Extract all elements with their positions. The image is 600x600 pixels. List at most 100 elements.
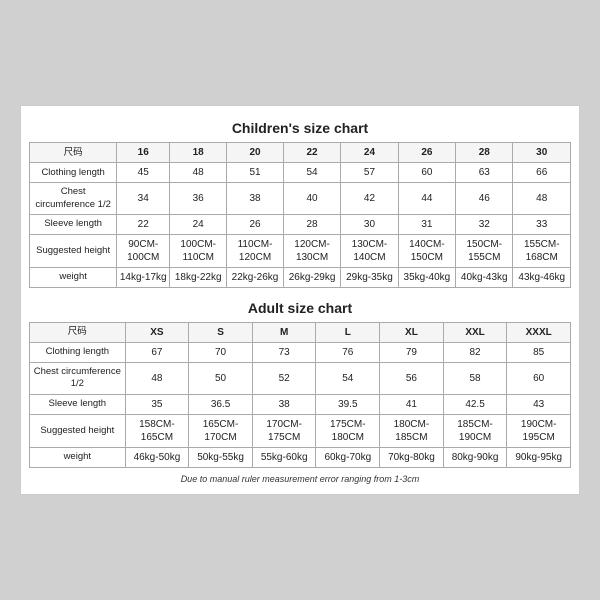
cell-value: 36.5 xyxy=(189,394,253,414)
table-row: Chest circumference 1/23436384042444648 xyxy=(30,183,571,215)
column-header: 22 xyxy=(283,143,340,163)
column-header: 20 xyxy=(227,143,284,163)
cell-value: 26 xyxy=(227,215,284,235)
cell-value: 100CM-110CM xyxy=(170,235,227,268)
column-header: S xyxy=(189,323,253,343)
chart-note: Due to manual ruler measurement error ra… xyxy=(29,474,571,484)
column-header: 26 xyxy=(398,143,455,163)
cell-value: 42.5 xyxy=(443,394,507,414)
cell-value: 185CM-190CM xyxy=(443,414,507,447)
column-header: XS xyxy=(125,323,189,343)
cell-value: 155CM-168CM xyxy=(513,235,571,268)
table-row: Suggested height90CM-100CM100CM-110CM110… xyxy=(30,235,571,268)
column-header: XXXL xyxy=(507,323,571,343)
table-row: Chest circumference 1/248505254565860 xyxy=(30,363,571,395)
table-row: Clothing length67707376798285 xyxy=(30,343,571,363)
cell-value: 55kg-60kg xyxy=(252,447,316,467)
cell-value: 29kg-35kg xyxy=(341,268,398,288)
cell-value: 79 xyxy=(380,343,444,363)
cell-value: 85 xyxy=(507,343,571,363)
cell-value: 43 xyxy=(507,394,571,414)
cell-value: 70kg-80kg xyxy=(380,447,444,467)
adult-size-table: 尺码XSSMLXLXXLXXXL Clothing length67707376… xyxy=(29,322,571,468)
cell-value: 38 xyxy=(227,183,284,215)
column-header: 16 xyxy=(117,143,170,163)
cell-value: 22 xyxy=(117,215,170,235)
cell-value: 140CM-150CM xyxy=(398,235,455,268)
column-header: L xyxy=(316,323,380,343)
row-label: Chest circumference 1/2 xyxy=(30,363,126,395)
cell-value: 31 xyxy=(398,215,455,235)
cell-value: 45 xyxy=(117,163,170,183)
column-header: 28 xyxy=(456,143,513,163)
cell-value: 80kg-90kg xyxy=(443,447,507,467)
cell-value: 42 xyxy=(341,183,398,215)
cell-value: 70 xyxy=(189,343,253,363)
table-row: Clothing length4548515457606366 xyxy=(30,163,571,183)
cell-value: 50kg-55kg xyxy=(189,447,253,467)
cell-value: 51 xyxy=(227,163,284,183)
row-label: Sleeve length xyxy=(30,394,126,414)
row-label: Clothing length xyxy=(30,163,117,183)
cell-value: 46 xyxy=(456,183,513,215)
cell-value: 82 xyxy=(443,343,507,363)
cell-value: 22kg-26kg xyxy=(227,268,284,288)
row-label: Suggested height xyxy=(30,414,126,447)
cell-value: 63 xyxy=(456,163,513,183)
cell-value: 52 xyxy=(252,363,316,395)
cell-value: 24 xyxy=(170,215,227,235)
cell-value: 40kg-43kg xyxy=(456,268,513,288)
cell-value: 60kg-70kg xyxy=(316,447,380,467)
cell-value: 32 xyxy=(456,215,513,235)
children-chart-title: Children's size chart xyxy=(29,116,571,142)
cell-value: 120CM-130CM xyxy=(283,235,340,268)
cell-value: 28 xyxy=(283,215,340,235)
cell-value: 73 xyxy=(252,343,316,363)
cell-value: 33 xyxy=(513,215,571,235)
column-header: 24 xyxy=(341,143,398,163)
cell-value: 58 xyxy=(443,363,507,395)
cell-value: 44 xyxy=(398,183,455,215)
table-row: weight14kg-17kg18kg-22kg22kg-26kg26kg-29… xyxy=(30,268,571,288)
cell-value: 54 xyxy=(316,363,380,395)
cell-value: 130CM-140CM xyxy=(341,235,398,268)
column-header: 尺码 xyxy=(30,323,126,343)
column-header: M xyxy=(252,323,316,343)
cell-value: 36 xyxy=(170,183,227,215)
column-header: 18 xyxy=(170,143,227,163)
cell-value: 150CM-155CM xyxy=(456,235,513,268)
adult-chart-title: Adult size chart xyxy=(29,296,571,322)
cell-value: 35kg-40kg xyxy=(398,268,455,288)
cell-value: 50 xyxy=(189,363,253,395)
cell-value: 48 xyxy=(170,163,227,183)
cell-value: 56 xyxy=(380,363,444,395)
table-row: weight46kg-50kg50kg-55kg55kg-60kg60kg-70… xyxy=(30,447,571,467)
row-label: Clothing length xyxy=(30,343,126,363)
cell-value: 170CM-175CM xyxy=(252,414,316,447)
cell-value: 76 xyxy=(316,343,380,363)
cell-value: 41 xyxy=(380,394,444,414)
cell-value: 175CM-180CM xyxy=(316,414,380,447)
row-label: Suggested height xyxy=(30,235,117,268)
cell-value: 180CM-185CM xyxy=(380,414,444,447)
cell-value: 30 xyxy=(341,215,398,235)
cell-value: 26kg-29kg xyxy=(283,268,340,288)
table-row: Sleeve length2224262830313233 xyxy=(30,215,571,235)
cell-value: 54 xyxy=(283,163,340,183)
row-label: weight xyxy=(30,447,126,467)
cell-value: 18kg-22kg xyxy=(170,268,227,288)
cell-value: 57 xyxy=(341,163,398,183)
cell-value: 48 xyxy=(125,363,189,395)
cell-value: 90CM-100CM xyxy=(117,235,170,268)
cell-value: 67 xyxy=(125,343,189,363)
row-label: Sleeve length xyxy=(30,215,117,235)
size-chart-container: Children's size chart 尺码1618202224262830… xyxy=(20,105,580,494)
cell-value: 60 xyxy=(398,163,455,183)
cell-value: 90kg-95kg xyxy=(507,447,571,467)
cell-value: 46kg-50kg xyxy=(125,447,189,467)
cell-value: 190CM-195CM xyxy=(507,414,571,447)
cell-value: 35 xyxy=(125,394,189,414)
table-row: Suggested height158CM-165CM165CM-170CM17… xyxy=(30,414,571,447)
children-size-table: 尺码1618202224262830 Clothing length454851… xyxy=(29,142,571,288)
cell-value: 14kg-17kg xyxy=(117,268,170,288)
